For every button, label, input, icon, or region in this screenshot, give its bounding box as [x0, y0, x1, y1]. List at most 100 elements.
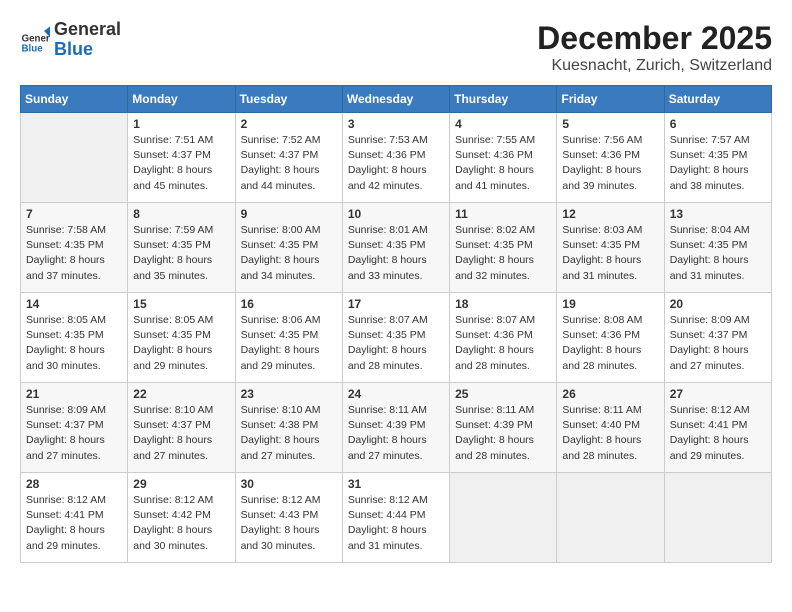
calendar-day-cell: 26 Sunrise: 8:11 AMSunset: 4:40 PMDayligh…	[557, 383, 664, 473]
calendar-day-cell: 13Sunrise: 8:04 AMSunset: 4:35 PMDayligh…	[664, 203, 771, 293]
day-number: 27	[670, 387, 766, 401]
calendar-day-cell: 31 Sunrise: 8:12 AMSunset: 4:44 PMDayligh…	[342, 473, 449, 563]
calendar-day-cell: 29Sunrise: 8:12 AMSunset: 4:42 PMDayligh…	[128, 473, 235, 563]
calendar-day-cell: 21 Sunrise: 8:09 AMSunset: 4:37 PMDayligh…	[21, 383, 128, 473]
day-number: 30	[241, 477, 337, 491]
calendar-day-cell: 16 Sunrise: 8:06 AMSunset: 4:35 PMDayligh…	[235, 293, 342, 383]
calendar-day-cell: 7 Sunrise: 7:58 AMSunset: 4:35 PMDaylight…	[21, 203, 128, 293]
calendar-day-cell: 15Sunrise: 8:05 AMSunset: 4:35 PMDayligh…	[128, 293, 235, 383]
calendar-day-cell	[557, 473, 664, 563]
day-info: Sunrise: 8:05 AMSunset: 4:35 PMDaylight:…	[26, 313, 122, 374]
day-number: 23	[241, 387, 337, 401]
calendar-day-cell: 6 Sunrise: 7:57 AMSunset: 4:35 PMDaylight…	[664, 113, 771, 203]
title-block: December 2025 Kuesnacht, Zurich, Switzer…	[537, 20, 772, 75]
day-info: Sunrise: 8:00 AMSunset: 4:35 PMDaylight:…	[241, 223, 337, 284]
day-info: Sunrise: 8:03 AMSunset: 4:35 PMDaylight:…	[562, 223, 658, 284]
logo-blue: Blue	[54, 40, 121, 60]
calendar-day-cell: 20Sunrise: 8:09 AMSunset: 4:37 PMDayligh…	[664, 293, 771, 383]
day-number: 21	[26, 387, 122, 401]
calendar-day-cell	[450, 473, 557, 563]
calendar-table: SundayMondayTuesdayWednesdayThursdayFrid…	[20, 85, 772, 563]
day-info: Sunrise: 8:02 AMSunset: 4:35 PMDaylight:…	[455, 223, 551, 284]
calendar-week-row: 1 Sunrise: 7:51 AMSunset: 4:37 PMDaylight…	[21, 113, 772, 203]
day-number: 31	[348, 477, 444, 491]
day-number: 4	[455, 117, 551, 131]
weekday-cell: Sunday	[21, 86, 128, 113]
day-number: 22	[133, 387, 229, 401]
day-number: 6	[670, 117, 766, 131]
calendar-day-cell: 1 Sunrise: 7:51 AMSunset: 4:37 PMDaylight…	[128, 113, 235, 203]
calendar-day-cell: 19 Sunrise: 8:08 AMSunset: 4:36 PMDayligh…	[557, 293, 664, 383]
calendar-day-cell: 25Sunrise: 8:11 AMSunset: 4:39 PMDayligh…	[450, 383, 557, 473]
day-number: 5	[562, 117, 658, 131]
calendar-day-cell: 2Sunrise: 7:52 AMSunset: 4:37 PMDaylight…	[235, 113, 342, 203]
day-info: Sunrise: 8:10 AMSunset: 4:37 PMDaylight:…	[133, 403, 229, 464]
day-number: 11	[455, 207, 551, 221]
page-header: General Blue General Blue December 2025 …	[20, 20, 772, 75]
day-number: 16	[241, 297, 337, 311]
calendar-day-cell: 24Sunrise: 8:11 AMSunset: 4:39 PMDayligh…	[342, 383, 449, 473]
logo-icon: General Blue	[20, 25, 50, 55]
day-info: Sunrise: 7:59 AMSunset: 4:35 PMDaylight:…	[133, 223, 229, 284]
calendar-day-cell: 27 Sunrise: 8:12 AMSunset: 4:41 PMDayligh…	[664, 383, 771, 473]
day-number: 15	[133, 297, 229, 311]
day-number: 19	[562, 297, 658, 311]
day-info: Sunrise: 8:12 AMSunset: 4:41 PMDaylight:…	[26, 493, 122, 554]
day-number: 3	[348, 117, 444, 131]
day-info: Sunrise: 8:09 AMSunset: 4:37 PMDaylight:…	[26, 403, 122, 464]
day-number: 25	[455, 387, 551, 401]
calendar-week-row: 28 Sunrise: 8:12 AMSunset: 4:41 PMDayligh…	[21, 473, 772, 563]
calendar-day-cell: 3 Sunrise: 7:53 AMSunset: 4:36 PMDaylight…	[342, 113, 449, 203]
logo-text: General Blue	[54, 20, 121, 60]
day-info: Sunrise: 8:11 AMSunset: 4:40 PMDaylight:…	[562, 403, 658, 464]
calendar-day-cell: 10 Sunrise: 8:01 AMSunset: 4:35 PMDayligh…	[342, 203, 449, 293]
day-number: 17	[348, 297, 444, 311]
day-number: 29	[133, 477, 229, 491]
calendar-day-cell: 22 Sunrise: 8:10 AMSunset: 4:37 PMDayligh…	[128, 383, 235, 473]
day-info: Sunrise: 8:01 AMSunset: 4:35 PMDaylight:…	[348, 223, 444, 284]
calendar-subtitle: Kuesnacht, Zurich, Switzerland	[537, 57, 772, 75]
calendar-day-cell: 23Sunrise: 8:10 AMSunset: 4:38 PMDayligh…	[235, 383, 342, 473]
day-number: 20	[670, 297, 766, 311]
weekday-header-row: SundayMondayTuesdayWednesdayThursdayFrid…	[21, 86, 772, 113]
calendar-day-cell	[664, 473, 771, 563]
calendar-title: December 2025	[537, 20, 772, 57]
day-number: 26	[562, 387, 658, 401]
weekday-cell: Friday	[557, 86, 664, 113]
day-number: 10	[348, 207, 444, 221]
calendar-week-row: 21 Sunrise: 8:09 AMSunset: 4:37 PMDayligh…	[21, 383, 772, 473]
weekday-cell: Tuesday	[235, 86, 342, 113]
calendar-day-cell: 14Sunrise: 8:05 AMSunset: 4:35 PMDayligh…	[21, 293, 128, 383]
calendar-day-cell: 28 Sunrise: 8:12 AMSunset: 4:41 PMDayligh…	[21, 473, 128, 563]
calendar-day-cell: 11 Sunrise: 8:02 AMSunset: 4:35 PMDayligh…	[450, 203, 557, 293]
day-info: Sunrise: 8:04 AMSunset: 4:35 PMDaylight:…	[670, 223, 766, 284]
logo-general: General	[54, 20, 121, 40]
day-info: Sunrise: 8:07 AMSunset: 4:36 PMDaylight:…	[455, 313, 551, 374]
calendar-day-cell: 4Sunrise: 7:55 AMSunset: 4:36 PMDaylight…	[450, 113, 557, 203]
day-number: 12	[562, 207, 658, 221]
day-number: 1	[133, 117, 229, 131]
weekday-cell: Wednesday	[342, 86, 449, 113]
day-info: Sunrise: 7:58 AMSunset: 4:35 PMDaylight:…	[26, 223, 122, 284]
logo: General Blue General Blue	[20, 20, 121, 60]
calendar-day-cell: 18 Sunrise: 8:07 AMSunset: 4:36 PMDayligh…	[450, 293, 557, 383]
day-info: Sunrise: 8:08 AMSunset: 4:36 PMDaylight:…	[562, 313, 658, 374]
day-number: 18	[455, 297, 551, 311]
day-info: Sunrise: 7:51 AMSunset: 4:37 PMDaylight:…	[133, 133, 229, 194]
day-info: Sunrise: 7:53 AMSunset: 4:36 PMDaylight:…	[348, 133, 444, 194]
day-info: Sunrise: 8:12 AMSunset: 4:43 PMDaylight:…	[241, 493, 337, 554]
calendar-day-cell: 17Sunrise: 8:07 AMSunset: 4:35 PMDayligh…	[342, 293, 449, 383]
day-info: Sunrise: 8:12 AMSunset: 4:41 PMDaylight:…	[670, 403, 766, 464]
calendar-week-row: 7 Sunrise: 7:58 AMSunset: 4:35 PMDaylight…	[21, 203, 772, 293]
day-number: 28	[26, 477, 122, 491]
day-info: Sunrise: 8:12 AMSunset: 4:44 PMDaylight:…	[348, 493, 444, 554]
calendar-day-cell: 9Sunrise: 8:00 AMSunset: 4:35 PMDaylight…	[235, 203, 342, 293]
calendar-week-row: 14Sunrise: 8:05 AMSunset: 4:35 PMDayligh…	[21, 293, 772, 383]
day-info: Sunrise: 7:57 AMSunset: 4:35 PMDaylight:…	[670, 133, 766, 194]
day-number: 7	[26, 207, 122, 221]
day-info: Sunrise: 8:06 AMSunset: 4:35 PMDaylight:…	[241, 313, 337, 374]
calendar-day-cell: 12 Sunrise: 8:03 AMSunset: 4:35 PMDayligh…	[557, 203, 664, 293]
calendar-day-cell: 8Sunrise: 7:59 AMSunset: 4:35 PMDaylight…	[128, 203, 235, 293]
calendar-day-cell	[21, 113, 128, 203]
day-number: 24	[348, 387, 444, 401]
